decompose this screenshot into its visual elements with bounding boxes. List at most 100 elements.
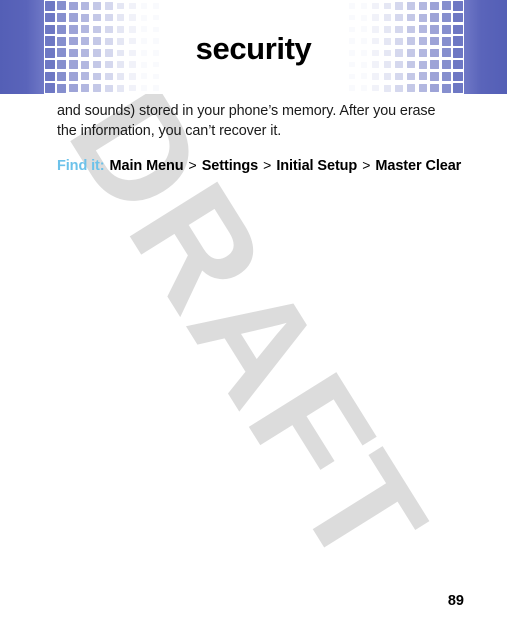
header-pattern-square xyxy=(372,14,379,21)
header-pattern-square xyxy=(57,71,67,81)
header-pattern-square xyxy=(349,73,355,80)
header-pattern-square xyxy=(360,85,367,92)
header-pattern-square xyxy=(441,36,451,46)
header-pattern-square xyxy=(360,2,367,9)
header-pattern-square xyxy=(395,49,403,57)
header-pattern-square xyxy=(395,37,403,45)
breadcrumb-separator: > xyxy=(188,157,197,173)
header-pattern-square xyxy=(395,25,403,34)
header-pattern-square xyxy=(441,60,451,70)
header-pattern-square xyxy=(349,38,355,44)
header-pattern-square xyxy=(141,2,148,9)
header-pattern-square xyxy=(430,13,439,22)
header-pattern-square xyxy=(105,37,113,45)
header-pattern-square xyxy=(93,13,101,22)
header-pattern-square xyxy=(105,49,113,57)
header-pattern-square xyxy=(360,38,367,45)
header-pattern-square xyxy=(372,2,379,10)
header-pattern-square xyxy=(93,37,101,45)
header-pattern-square xyxy=(141,26,148,33)
header-pattern-square xyxy=(360,26,367,33)
header-pattern-square xyxy=(153,3,159,9)
header-pattern-square xyxy=(105,61,113,69)
header-pattern-square xyxy=(45,36,55,46)
header-pattern-square xyxy=(407,60,415,69)
breadcrumb-item: Initial Setup xyxy=(276,158,358,174)
header-pattern-square xyxy=(117,49,125,57)
header-pattern-square xyxy=(418,37,427,46)
header-pattern-square xyxy=(430,25,439,34)
header-pattern-square xyxy=(453,12,463,23)
header-pattern-square xyxy=(141,61,148,68)
header-pattern-square xyxy=(407,72,415,81)
header-pattern-square xyxy=(395,14,403,22)
header-right-gradient-band xyxy=(464,0,507,94)
header-pattern-square xyxy=(117,84,125,92)
header-pattern-square xyxy=(117,37,125,45)
header-pattern-square xyxy=(360,73,367,80)
header-pattern-square xyxy=(105,72,113,81)
header-pattern-square xyxy=(383,2,391,10)
header-pattern-square xyxy=(441,71,451,81)
header-pattern-square xyxy=(430,36,439,46)
header-pattern-square xyxy=(93,72,101,81)
header-pattern-square xyxy=(141,85,148,92)
header-pattern-square xyxy=(395,2,403,10)
header-pattern-square xyxy=(349,61,355,68)
header-pattern-square xyxy=(430,83,439,93)
header-pattern-square xyxy=(372,26,379,33)
header-pattern-square xyxy=(81,60,90,69)
header-pattern-square xyxy=(383,14,391,22)
header-pattern-square xyxy=(441,1,451,11)
header-right-square-pattern xyxy=(346,0,464,94)
header-pattern-square xyxy=(153,73,159,80)
header-pattern-square xyxy=(45,83,55,93)
page-content: and sounds) stored in your phone’s memor… xyxy=(57,102,461,174)
header-pattern-square xyxy=(117,14,125,22)
header-pattern-square xyxy=(395,84,403,92)
header-pattern-square xyxy=(360,14,367,21)
header-pattern-square xyxy=(453,83,463,93)
header-pattern-square xyxy=(453,24,463,35)
header-pattern-square xyxy=(153,50,159,56)
header-pattern-square xyxy=(383,73,391,80)
header-pattern-square xyxy=(105,25,113,34)
header-pattern-square xyxy=(129,2,136,10)
header-pattern-square xyxy=(69,25,78,34)
header-pattern-square xyxy=(45,12,55,23)
header-pattern-square xyxy=(57,60,67,70)
page-number: 89 xyxy=(447,593,464,609)
header-pattern-square xyxy=(418,72,427,81)
header-pattern-square xyxy=(105,14,113,22)
find-it-label: Find it: xyxy=(57,158,105,174)
breadcrumb-separator: > xyxy=(362,157,371,173)
header-pattern-square xyxy=(93,84,101,92)
header-pattern-square xyxy=(81,72,90,81)
header-pattern-square xyxy=(93,25,101,34)
header-pattern-square xyxy=(407,25,415,34)
header-pattern-square xyxy=(57,1,67,11)
header-pattern-square xyxy=(129,73,136,80)
header-pattern-square xyxy=(430,1,439,11)
header-pattern-square xyxy=(453,59,463,70)
header-left-gradient-band xyxy=(0,0,44,94)
header-pattern-square xyxy=(395,72,403,81)
header-pattern-square xyxy=(383,61,391,69)
header-pattern-square xyxy=(57,13,67,23)
header-pattern-square xyxy=(117,26,125,33)
header-pattern-square xyxy=(69,1,78,11)
header-pattern-square xyxy=(81,48,90,57)
header-pattern-square xyxy=(383,84,391,92)
header-pattern-square xyxy=(383,26,391,33)
header-pattern-square xyxy=(81,1,90,10)
header-pattern-square xyxy=(45,1,55,11)
header-pattern-square xyxy=(141,73,148,80)
header-pattern-square xyxy=(153,14,159,21)
header-pattern-square xyxy=(105,2,113,10)
body-paragraph: and sounds) stored in your phone’s memor… xyxy=(57,103,436,139)
find-it-navigation-path: Find it: Main Menu > Settings > Initial Setu… xyxy=(57,157,461,174)
header-pattern-square xyxy=(141,14,148,21)
header-pattern-square xyxy=(117,2,125,10)
header-pattern-square xyxy=(441,48,451,58)
header-pattern-square xyxy=(129,37,136,45)
